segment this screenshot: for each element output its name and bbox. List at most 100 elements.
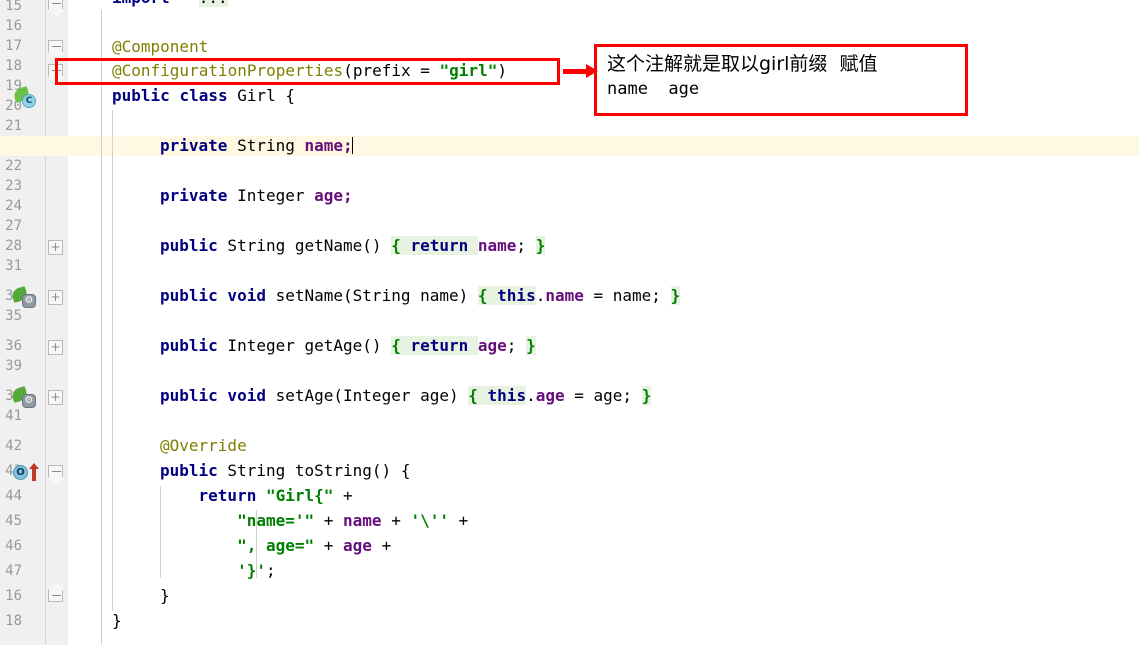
code-line-concat-age[interactable]: ", age=" + age + xyxy=(160,536,391,556)
code-line-class-decl[interactable]: public class Girl { xyxy=(112,86,295,106)
fold-marker-tostring[interactable] xyxy=(48,465,63,477)
line-number: 42 xyxy=(5,438,22,454)
arrow-up-icon xyxy=(29,463,39,481)
method-signature: Integer getAge() xyxy=(217,336,392,355)
fold-marker-import[interactable] xyxy=(48,0,63,9)
code-line-return-girl[interactable]: return "Girl{" + xyxy=(160,486,353,506)
indent-guide xyxy=(112,110,113,610)
keyword-this: this xyxy=(487,286,536,305)
paren-close: ) xyxy=(497,61,507,80)
caret-line-highlight-gutter xyxy=(0,136,68,156)
line-number: 47 xyxy=(5,563,22,579)
line-number: 46 xyxy=(5,538,22,554)
type-integer: Integer xyxy=(227,186,315,205)
brace-open: { xyxy=(468,386,478,405)
code-line-field-age[interactable]: private Integer age; xyxy=(160,186,353,206)
keyword-public: public xyxy=(160,461,218,480)
fold-strip[interactable] xyxy=(46,0,102,645)
method-signature: setAge(Integer age) xyxy=(265,386,469,405)
brace-open: { xyxy=(391,336,401,355)
keyword-void: void xyxy=(217,386,266,405)
line-number: 31 xyxy=(5,258,22,274)
code-line-concat-name[interactable]: "name='" + name + '\'' + xyxy=(160,511,468,531)
plus-operator: + xyxy=(449,511,469,530)
keyword-void: void xyxy=(217,286,266,305)
fold-marker-setage[interactable]: + xyxy=(48,390,63,405)
code-line-component[interactable]: @Component xyxy=(112,37,208,57)
annotation-note-line1: 这个注解就是取以girl前缀 赋值 xyxy=(607,53,878,75)
fold-marker-getage[interactable]: + xyxy=(48,340,63,355)
keyword-import: import xyxy=(112,0,170,7)
line-number: 16 xyxy=(5,588,22,604)
keyword-public: public xyxy=(160,336,218,355)
code-line-concat-end[interactable]: '}'; xyxy=(160,561,276,581)
brace-close: } xyxy=(535,236,546,255)
line-number: 21 xyxy=(5,118,22,134)
code-line-configuration-properties[interactable]: @ConfigurationProperties(prefix = "girl"… xyxy=(112,61,507,81)
char-literal: '}' xyxy=(237,561,266,580)
annotation-name: @ConfigurationProperties xyxy=(112,61,344,80)
semicolon: ; xyxy=(506,336,527,355)
line-number: 18 xyxy=(5,613,22,629)
line-number: 23 xyxy=(5,178,22,194)
code-line-getname[interactable]: public String getName() { return name; } xyxy=(160,236,546,256)
fold-guide-line xyxy=(101,10,102,645)
fold-marker-setname[interactable]: + xyxy=(48,290,63,305)
fold-marker-getname[interactable]: + xyxy=(48,240,63,255)
code-line-class-close[interactable]: } xyxy=(112,611,122,631)
field-name: name xyxy=(343,511,382,530)
plus-operator: + xyxy=(333,486,353,505)
annotation-note-line2: name age xyxy=(607,79,700,99)
brace-open: { xyxy=(391,236,401,255)
annotation-override: @Override xyxy=(160,436,247,455)
keyword-return: return xyxy=(400,336,478,355)
line-number: 16 xyxy=(5,18,22,34)
annotation-arrow xyxy=(563,64,598,78)
gear-badge: ⚙ xyxy=(22,294,36,308)
brace-close: } xyxy=(670,286,681,305)
line-number: 18 xyxy=(5,58,22,74)
folded-imports-placeholder[interactable]: ... xyxy=(198,0,228,7)
brace-close: } xyxy=(641,386,652,405)
line-number: 39 xyxy=(5,358,22,374)
code-line-method-close[interactable]: } xyxy=(160,586,170,606)
gear-badge: ⚙ xyxy=(22,394,36,408)
line-number: 35 xyxy=(5,308,22,324)
type-string: String xyxy=(227,136,305,155)
plus-operator: + xyxy=(381,511,411,530)
code-line-override[interactable]: @Override xyxy=(160,436,247,456)
fold-marker-configuration-properties[interactable] xyxy=(48,64,63,76)
code-line-import[interactable]: import ... xyxy=(112,0,228,8)
annotation-param: prefix xyxy=(352,61,411,80)
brace-close: } xyxy=(112,611,122,630)
line-number: 24 xyxy=(5,198,22,214)
code-line-setname[interactable]: public void setName(String name) { this.… xyxy=(160,286,681,306)
code-line-tostring-decl[interactable]: public String toString() { xyxy=(160,461,410,481)
brace-close: } xyxy=(526,336,536,355)
line-number: 15 xyxy=(5,0,22,14)
brace-open: { xyxy=(477,286,488,305)
keyword-return: return xyxy=(400,236,478,255)
field-age: age xyxy=(477,336,507,355)
keyword-public: public xyxy=(160,236,218,255)
line-number: 44 xyxy=(5,488,22,504)
semicolon: ; xyxy=(516,236,536,255)
keyword-class: class xyxy=(179,86,228,105)
line-number: 41 xyxy=(5,408,22,424)
field-name: name xyxy=(477,236,517,255)
keyword-return: return xyxy=(198,486,257,505)
dot: . xyxy=(535,286,546,305)
annotation-component: @Component xyxy=(112,37,209,56)
equals: = xyxy=(410,61,440,80)
brace-close: } xyxy=(160,586,170,605)
code-editor[interactable]: 15 16 17 18 19 20 21 20 22 23 24 27 28 3… xyxy=(0,0,1139,645)
fold-marker-component[interactable] xyxy=(48,40,63,52)
code-line-field-name[interactable]: private String name; xyxy=(160,136,353,156)
annotation-value: "girl" xyxy=(439,61,498,80)
keyword-public: public xyxy=(112,86,170,105)
code-line-getage[interactable]: public Integer getAge() { return age; } xyxy=(160,336,536,356)
code-line-setage[interactable]: public void setAge(Integer age) { this.a… xyxy=(160,386,652,406)
char-literal: '\'' xyxy=(410,511,449,530)
fold-marker-class-end[interactable] xyxy=(48,590,63,602)
keyword-public: public xyxy=(160,286,218,305)
